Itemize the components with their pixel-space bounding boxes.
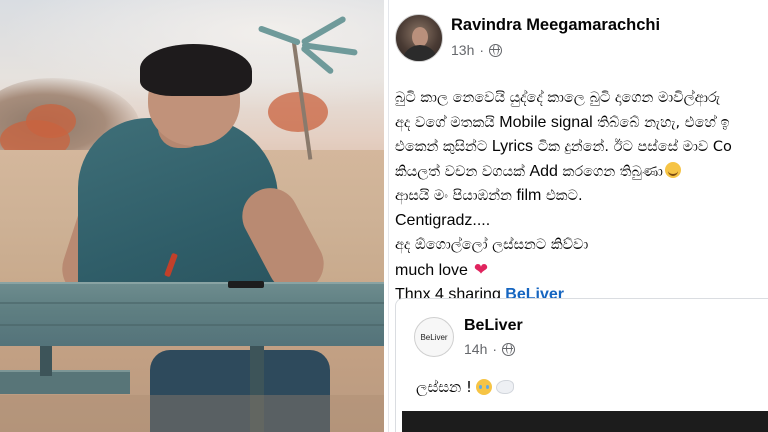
shared-post-meta: 14h ·: [464, 341, 516, 357]
post-line-text: Add: [529, 162, 558, 180]
post-line: much love ❤: [395, 258, 768, 284]
post-line-text: එකෙන් කුසින්ට: [395, 139, 492, 155]
photo-table: [0, 282, 384, 346]
post-line-text: Mobile signal: [499, 113, 593, 131]
shared-post-text: ලස්සන !: [416, 378, 472, 396]
globe-icon[interactable]: [489, 43, 503, 57]
photo-table-plank: [0, 302, 384, 304]
shared-post-text-row: ලස්සන !: [416, 378, 514, 396]
post-line: කියලත් වචන වගයක් Add කරගෙන තිබුණා: [395, 160, 768, 185]
photo-table-leg: [40, 346, 52, 376]
post-line-text: කියලත් වචන වගයක්: [395, 163, 530, 180]
post-time[interactable]: 13h: [451, 42, 474, 58]
facebook-post: Ravindra Meegamarachchi 13h · බුටි කාල න…: [388, 0, 768, 432]
post-line-text: අද ඕගොල්ලෝ ලස්සනට කිව්වා: [395, 237, 589, 253]
post-line: අද වගේ මතකයි Mobile signal තිබ්බේ නැහැ, …: [395, 111, 768, 136]
post-line-text: Lyrics: [491, 138, 534, 155]
post-line-text: film: [516, 187, 542, 204]
post-line-text: Centigradz....: [395, 211, 491, 229]
photo-bush: [268, 92, 328, 132]
meta-separator: ·: [479, 42, 485, 58]
post-line-text: අද වගේ මතකයි: [395, 114, 500, 131]
post-body: බුටි කාල නෙවෙයි යුද්දේ කාලෙ බුටි දාගෙන ම…: [395, 86, 768, 308]
shared-post-time[interactable]: 14h: [464, 341, 487, 357]
globe-icon[interactable]: [502, 342, 516, 356]
face-holding-back-tears-icon: [475, 379, 492, 395]
photo-phone: [228, 281, 264, 288]
author-avatar[interactable]: [395, 14, 443, 62]
post-line-text: එකට.: [541, 188, 583, 204]
post-line: එකෙන් කුසින්ට Lyrics ටික දුන්නේ. ඊට පස්ස…: [395, 135, 768, 160]
post-line-text: much love: [395, 261, 468, 279]
photo-bush: [26, 104, 76, 138]
photo-person-hair: [140, 44, 252, 96]
post-line: ආසයි මං පියාඹන්න film එකට.: [395, 184, 768, 209]
post-line: Centigradz....: [395, 209, 768, 234]
shared-post-media[interactable]: [402, 411, 768, 432]
post-line: අද ඕගොල්ලෝ ලස්සනට කිව්වා: [395, 233, 768, 258]
photo-bench: [0, 370, 130, 394]
shared-author-name[interactable]: BeLiver: [464, 317, 523, 335]
post-line-text: කරගෙන තිබුණා: [557, 163, 663, 180]
author-name[interactable]: Ravindra Meegamarachchi: [451, 16, 660, 35]
post-line: බුටි කාල නෙවෙයි යුද්දේ කාලෙ බුටි දාගෙන ම…: [395, 86, 768, 111]
post-meta: 13h ·: [451, 42, 503, 58]
dove-icon: [495, 380, 514, 394]
post-line-text: තිබ්බේ නැහැ, එහේ ඉ: [592, 114, 730, 131]
shared-post-card[interactable]: BeLiver BeLiver 14h · ලස්සන !: [395, 298, 768, 432]
meta-separator: ·: [492, 341, 498, 357]
post-line-text: ආසයි මං පියාඹන්න: [395, 188, 517, 204]
grinning-face-with-sweat-icon: [664, 161, 681, 178]
red-heart-icon: ❤: [473, 259, 489, 280]
photo-table-plank: [0, 324, 384, 326]
avatar-face: [412, 27, 428, 47]
avatar-body: [402, 45, 438, 61]
post-photo[interactable]: [0, 0, 384, 432]
shared-author-avatar[interactable]: BeLiver: [414, 317, 454, 357]
photo-ground: [0, 395, 384, 432]
post-line-text: ටික දුන්නේ. ඊට පස්සේ මාව Co: [533, 139, 732, 155]
post-line-text: බුටි කාල නෙවෙයි යුද්දේ කාලෙ බුටි දාගෙන ම…: [395, 90, 721, 106]
